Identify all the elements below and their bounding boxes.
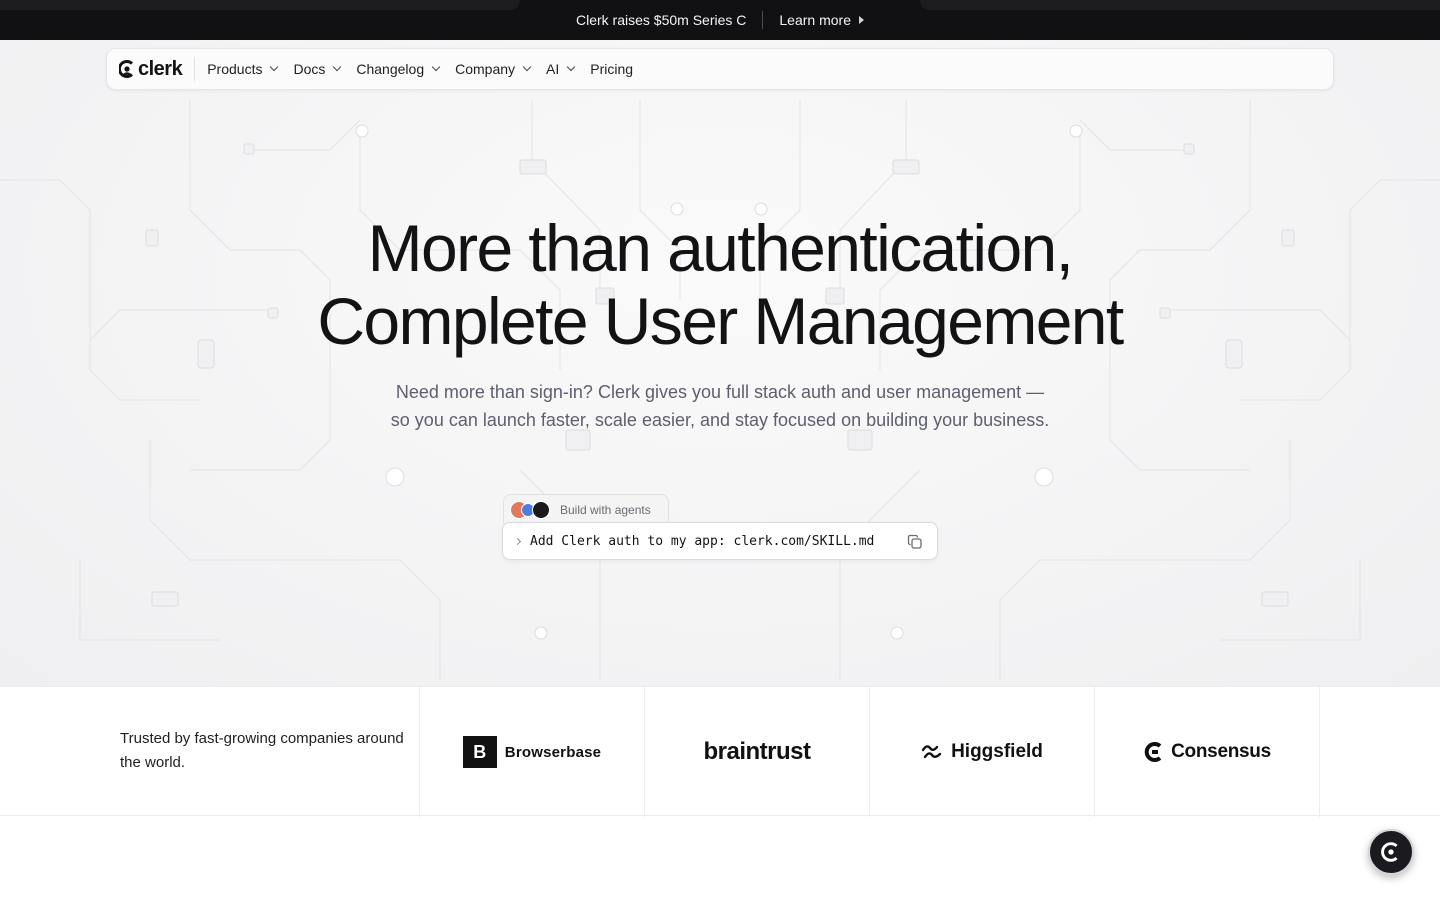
logo-text: clerk bbox=[138, 57, 183, 80]
nav-item-label: Pricing bbox=[590, 61, 634, 77]
announcement-divider bbox=[762, 11, 764, 29]
braintrust-name: braintrust bbox=[703, 738, 811, 765]
chevron-down-icon bbox=[333, 62, 342, 72]
clerk-logo[interactable]: clerk bbox=[119, 57, 196, 81]
nav-item-label: AI bbox=[546, 61, 560, 77]
chat-assistant-button[interactable] bbox=[1368, 829, 1414, 875]
nav-item-pricing[interactable]: Pricing bbox=[590, 61, 633, 77]
agent-command-text[interactable]: Add Clerk auth to my app: clerk.com/SKIL… bbox=[530, 534, 874, 549]
prompt-chevron-icon bbox=[513, 537, 522, 545]
nav-item-company[interactable]: Company bbox=[455, 61, 532, 77]
nav-item-docs[interactable]: Docs bbox=[293, 61, 342, 77]
nav-item-label: Changelog bbox=[356, 61, 425, 77]
nav-item-changelog[interactable]: Changelog bbox=[356, 61, 441, 77]
learn-more-label: Learn more bbox=[779, 12, 851, 28]
play-arrow-icon bbox=[858, 16, 864, 24]
openai-agent-icon bbox=[532, 500, 550, 519]
hero-subtitle: Need more than sign-in? Clerk gives you … bbox=[390, 382, 1050, 430]
logo-browserbase: B Browserbase bbox=[420, 687, 645, 817]
agent-command-box[interactable]: Add Clerk auth to my app: clerk.com/SKIL… bbox=[502, 522, 938, 560]
logo-braintrust: braintrust bbox=[645, 687, 870, 817]
headline-line-2: Complete User Management bbox=[317, 284, 1124, 358]
hero-headline: More than authentication, Complete User … bbox=[0, 212, 1440, 358]
chevron-down-icon bbox=[567, 62, 576, 72]
chevron-down-icon bbox=[431, 62, 441, 72]
nav-item-products[interactable]: Products bbox=[207, 61, 279, 77]
browserbase-name: Browserbase bbox=[504, 743, 602, 761]
agent-icons bbox=[510, 500, 554, 519]
build-with-agents-tab: Build with agents bbox=[503, 494, 669, 524]
nav-item-label: Products bbox=[207, 61, 263, 77]
consensus-name: Consensus bbox=[1171, 741, 1271, 762]
announcement-bar: Clerk raises $50m Series C Learn more bbox=[0, 0, 1440, 40]
learn-more-link[interactable]: Learn more bbox=[779, 12, 864, 28]
nav-item-label: Docs bbox=[293, 61, 326, 77]
announcement-decor-right bbox=[920, 0, 1440, 10]
higgsfield-icon bbox=[921, 745, 942, 759]
higgsfield-name: Higgsfield bbox=[951, 741, 1043, 762]
nav-items: Products Docs Changelog Company AI Prici… bbox=[195, 61, 633, 77]
circuit-pattern bbox=[0, 100, 1440, 680]
browserbase-mark: B bbox=[462, 736, 497, 768]
announcement-decor-left bbox=[0, 0, 520, 10]
clerk-assistant-icon bbox=[1381, 842, 1398, 862]
nav-item-label: Company bbox=[455, 61, 516, 77]
chevron-down-icon bbox=[270, 62, 279, 72]
trusted-text: Trusted by fast-growing companies around… bbox=[0, 687, 420, 817]
copy-icon[interactable] bbox=[907, 534, 923, 550]
main-nav: clerk Products Docs Changelog Company AI… bbox=[106, 48, 1334, 90]
announcement-message: Clerk raises $50m Series C bbox=[576, 12, 747, 28]
headline-line-1: More than authentication, bbox=[367, 211, 1074, 285]
hero-background bbox=[0, 40, 1440, 687]
trusted-logos-strip: Trusted by fast-growing companies around… bbox=[0, 686, 1440, 817]
logo-higgsfield: Higgsfield bbox=[870, 687, 1095, 817]
nav-item-ai[interactable]: AI bbox=[546, 61, 576, 77]
consensus-icon bbox=[1144, 742, 1162, 762]
clerk-logo-icon bbox=[119, 60, 134, 78]
agent-tab-label: Build with agents bbox=[560, 502, 651, 517]
logo-consensus: Consensus bbox=[1095, 687, 1320, 817]
chevron-down-icon bbox=[522, 62, 532, 72]
